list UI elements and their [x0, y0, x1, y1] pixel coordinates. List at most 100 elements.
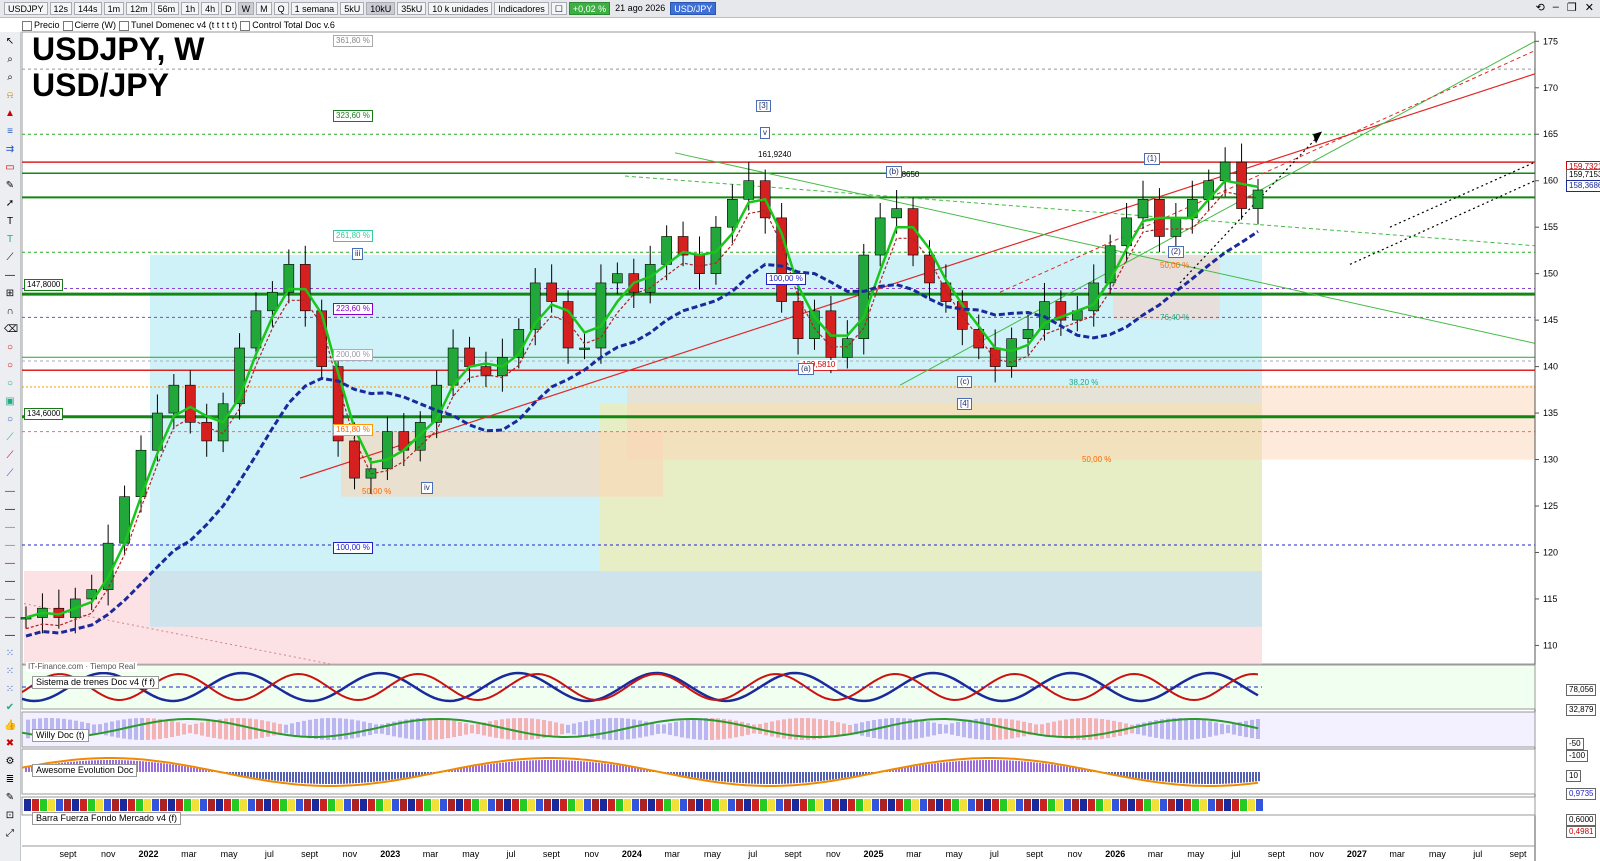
- x-tick-label: sept: [543, 849, 561, 859]
- candle-body: [891, 208, 902, 219]
- price-chart[interactable]: 175 170 165 160 155 150 145 140 135 130 125 120 115 1…: [0, 0, 1600, 861]
- barra-cell: [112, 799, 119, 811]
- candle-body: [168, 384, 180, 414]
- barra-cell: [504, 799, 511, 811]
- indicator-value: 10: [1566, 770, 1581, 782]
- barra-cell: [896, 799, 903, 811]
- barra-cell: [400, 799, 407, 811]
- indicator-label-willy[interactable]: Willy Doc (t): [32, 729, 89, 742]
- willy-bar: [560, 723, 564, 735]
- willy-bar: [1172, 718, 1176, 740]
- willy-bar: [686, 719, 690, 739]
- barra-cell: [656, 799, 663, 811]
- willy-bar: [296, 722, 300, 736]
- willy-bar: [488, 721, 492, 737]
- willy-bar: [236, 718, 240, 740]
- willy-bar: [128, 718, 132, 740]
- willy-bar: [1046, 722, 1050, 736]
- indicator-label-awesome[interactable]: Awesome Evolution Doc: [32, 764, 138, 777]
- x-tick-label: 2024: [622, 849, 642, 859]
- willy-bar: [650, 722, 654, 736]
- indicator-value: 0,4981: [1566, 826, 1597, 838]
- willy-bar: [1196, 719, 1200, 739]
- x-tick-label: jul: [264, 849, 274, 859]
- wave-label: iii: [352, 248, 364, 260]
- barra-cell: [1024, 799, 1031, 811]
- candle-body: [661, 236, 672, 265]
- willy-bar: [830, 721, 834, 737]
- x-tick-label: 2023: [380, 849, 400, 859]
- barra-cell: [104, 799, 111, 811]
- willy-bar: [1208, 721, 1212, 737]
- wave-label: iv: [421, 482, 433, 494]
- barra-cell: [728, 799, 735, 811]
- barra-cell: [1120, 799, 1127, 811]
- y-tick-label: 155: [1543, 222, 1558, 232]
- barra-cell: [1248, 799, 1255, 811]
- willy-bar: [1184, 718, 1188, 740]
- x-tick-label: sept: [1509, 849, 1527, 859]
- barra-cell: [456, 799, 463, 811]
- barra-cell: [248, 799, 255, 811]
- x-tick-label: 2026: [1105, 849, 1125, 859]
- barra-cell: [488, 799, 495, 811]
- barra-cell: [32, 799, 39, 811]
- indicator-label-barra[interactable]: Barra Fuerza Fondo Mercado v4 (f): [32, 812, 182, 825]
- barra-cell: [704, 799, 711, 811]
- willy-bar: [428, 718, 432, 740]
- wave-label: (c): [957, 376, 973, 388]
- willy-bar: [770, 721, 774, 737]
- barra-cell: [816, 799, 823, 811]
- barra-cell: [1088, 799, 1095, 811]
- barra-cell: [432, 799, 439, 811]
- barra-cell: [664, 799, 671, 811]
- willy-bar: [896, 718, 900, 740]
- willy-bar: [242, 718, 246, 740]
- willy-bar: [938, 723, 942, 735]
- x-tick-label: jul: [1231, 849, 1241, 859]
- candle-body: [267, 291, 278, 312]
- willy-bar: [290, 723, 294, 735]
- willy-bar: [704, 718, 708, 740]
- candle-body: [184, 384, 196, 423]
- indicator-label-trenes[interactable]: Sistema de trenes Doc v4 (f f): [32, 676, 160, 689]
- barra-cell: [888, 799, 895, 811]
- willy-bar: [1106, 719, 1110, 739]
- barra-cell: [96, 799, 103, 811]
- barra-cell: [792, 799, 799, 811]
- willy-bar: [554, 722, 558, 736]
- willy-bar: [674, 721, 678, 737]
- willy-bar: [530, 718, 534, 740]
- barra-cell: [312, 799, 319, 811]
- barra-cell: [88, 799, 95, 811]
- barra-cell: [824, 799, 831, 811]
- willy-bar: [548, 721, 552, 737]
- willy-bar: [1220, 723, 1224, 735]
- x-tick-label: jul: [989, 849, 999, 859]
- barra-cell: [584, 799, 591, 811]
- willy-bar: [1094, 718, 1098, 740]
- willy-bar: [980, 718, 984, 740]
- barra-cell: [528, 799, 535, 811]
- barra-cell: [24, 799, 31, 811]
- willy-bar: [1058, 720, 1062, 738]
- barra-cell: [1072, 799, 1079, 811]
- willy-bar: [446, 719, 450, 739]
- willy-bar: [1202, 720, 1206, 738]
- x-tick-label: 2025: [864, 849, 884, 859]
- willy-bar: [998, 718, 1002, 740]
- willy-bar: [1232, 723, 1236, 735]
- barra-cell: [80, 799, 87, 811]
- barra-cell: [368, 799, 375, 811]
- barra-cell: [688, 799, 695, 811]
- candle-body: [250, 310, 262, 349]
- fib-label: 50,00 %: [1160, 261, 1190, 270]
- x-tick-label: sept: [1268, 849, 1286, 859]
- level-label-2: 134,6000: [24, 408, 64, 420]
- barra-cell: [48, 799, 55, 811]
- barra-cell: [1032, 799, 1039, 811]
- x-tick-label: jul: [506, 849, 516, 859]
- x-tick-label: may: [221, 849, 239, 859]
- barra-cell: [1152, 799, 1159, 811]
- willy-bar: [1250, 719, 1254, 739]
